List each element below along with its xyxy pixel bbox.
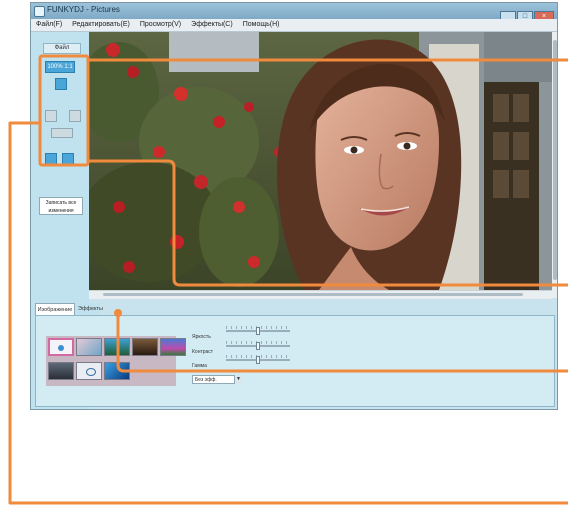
- slider-knob[interactable]: [256, 327, 260, 335]
- vertical-scroll-thumb[interactable]: [553, 40, 557, 280]
- previous-image-button[interactable]: [45, 153, 57, 165]
- zoom-button[interactable]: 100% 1:1: [45, 61, 75, 73]
- flip-button[interactable]: [51, 128, 73, 138]
- effect-thumbnail[interactable]: [104, 338, 130, 356]
- slider-knob[interactable]: [256, 342, 260, 350]
- gamma-label: Гамма: [192, 363, 207, 369]
- horizontal-scroll-thumb[interactable]: [103, 293, 523, 296]
- adjustments-panel: Яркость Контраст Гамма Без эфф. ▼: [35, 315, 555, 407]
- panel-tab[interactable]: Файл: [43, 43, 81, 54]
- effect-thumbnail[interactable]: [132, 338, 158, 356]
- menu-file[interactable]: Файл(F): [31, 19, 67, 31]
- effect-thumbnail[interactable]: [48, 338, 74, 356]
- contrast-slider[interactable]: [226, 341, 290, 351]
- horizontal-scrollbar[interactable]: [89, 290, 552, 299]
- gamma-slider[interactable]: [226, 355, 290, 365]
- effect-thumbnail[interactable]: [76, 338, 102, 356]
- brightness-label: Яркость: [192, 334, 211, 340]
- brightness-slider[interactable]: [226, 326, 290, 336]
- tab-effects[interactable]: Эффекты: [78, 303, 103, 315]
- effect-thumbnail[interactable]: [48, 362, 74, 380]
- menu-help[interactable]: Помощь(H): [238, 19, 285, 31]
- effect-thumbnail[interactable]: [104, 362, 130, 380]
- rotate-left-button[interactable]: [45, 110, 57, 122]
- photo-preview: [89, 32, 552, 290]
- contrast-label: Контраст: [192, 349, 214, 355]
- slider-knob[interactable]: [256, 356, 260, 364]
- window-title: FUNKYDJ - Pictures: [47, 5, 120, 14]
- next-image-button[interactable]: [62, 153, 74, 165]
- effect-thumbnail[interactable]: [76, 362, 102, 380]
- menu-edit[interactable]: Редактировать(E): [67, 19, 135, 31]
- vertical-scrollbar[interactable]: [552, 32, 557, 298]
- save-changes-button[interactable]: Записать все изменения: [39, 197, 83, 215]
- chevron-down-icon[interactable]: ▼: [234, 375, 242, 384]
- effect-thumbnail[interactable]: [160, 338, 186, 356]
- title-bar: FUNKYDJ - Pictures _ □ ×: [31, 3, 557, 22]
- app-icon: [34, 6, 45, 17]
- tab-images[interactable]: Изображение: [35, 303, 75, 315]
- menu-view[interactable]: Просмотр(V): [135, 19, 186, 31]
- menu-bar: Файл(F) Редактировать(E) Просмотр(V) Эффект…: [31, 19, 557, 32]
- app-window: FUNKYDJ - Pictures _ □ × Файл(F) Редактиров…: [30, 2, 558, 410]
- fit-to-window-button[interactable]: [55, 78, 67, 90]
- menu-effects[interactable]: Эффекты(C): [186, 19, 238, 31]
- rotate-right-button[interactable]: [69, 110, 81, 122]
